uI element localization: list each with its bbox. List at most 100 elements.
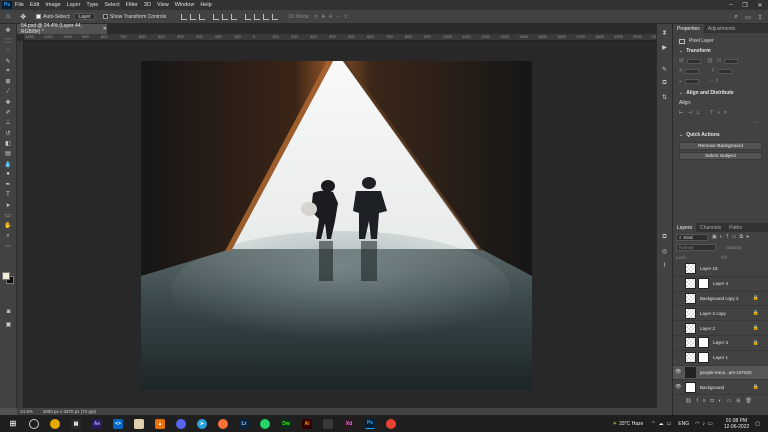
xd-icon[interactable]: Xd — [344, 418, 354, 429]
more-tools-icon[interactable]: ⋯ — [3, 243, 14, 251]
lasso-tool-icon[interactable]: ◌ — [3, 47, 14, 55]
channels-icon[interactable]: ◎ — [660, 246, 670, 256]
home-icon[interactable]: ⌂ — [6, 13, 10, 20]
layer-mask-thumbnail[interactable] — [698, 352, 709, 364]
adjustment-layer-icon[interactable]: ◐ — [718, 398, 726, 404]
network-icons[interactable]: ◠♪▭ — [695, 421, 716, 427]
tab-adjustments[interactable]: Adjustments — [704, 24, 740, 33]
clock[interactable]: 01:08 PM 12-06-2022 — [724, 418, 750, 430]
align-icons[interactable]: ⊢⊣⊥ ⊤⊦⊧ — [679, 110, 731, 116]
align-left-icon[interactable] — [181, 13, 188, 20]
search-icon[interactable]: ⌕ — [732, 13, 740, 21]
weather-text[interactable]: 33°C Haze — [619, 421, 643, 427]
3d-tools-icons[interactable]: ⟲✥✣⇔⇕ — [314, 14, 351, 20]
adjust-icon[interactable]: ⇅ — [660, 92, 670, 102]
distribute-icon[interactable] — [272, 13, 279, 20]
distribute-icon[interactable] — [263, 13, 270, 20]
layer-row[interactable]: Layer 3 🔒 — [673, 336, 768, 351]
color-swatches[interactable] — [2, 272, 14, 284]
tray-icons[interactable]: ⌃☁▭ — [651, 421, 674, 427]
layer-row[interactable]: Background copy 2 🔒 — [673, 292, 768, 307]
menu-image[interactable]: Image — [42, 2, 63, 8]
eraser-tool-icon[interactable]: ◧ — [3, 140, 14, 148]
align-center-icon[interactable] — [190, 13, 197, 20]
menu-layer[interactable]: Layer — [64, 2, 84, 8]
layer-row[interactable]: Layer 2 🔒 — [673, 321, 768, 336]
language-indicator[interactable]: ENG — [678, 421, 689, 427]
after-effects-icon[interactable]: Ae — [92, 418, 102, 429]
quick-actions-header[interactable]: ⌄ Quick Actions — [673, 130, 768, 140]
kind-filter-select[interactable]: ⌕ Kind — [676, 233, 708, 241]
select-subject-button[interactable]: Select Subject — [679, 152, 762, 160]
distribute-icon[interactable] — [254, 13, 261, 20]
tab-properties[interactable]: Properties — [673, 24, 704, 33]
gradient-tool-icon[interactable]: ▤ — [3, 150, 14, 158]
x-field[interactable] — [685, 68, 700, 74]
minimize-button[interactable]: – — [724, 0, 738, 10]
history-icon[interactable]: ⧗ — [660, 28, 670, 38]
frame-tool-icon[interactable]: ⊠ — [3, 78, 14, 86]
layers-icon[interactable]: ⧉ — [660, 232, 670, 242]
firefox-icon[interactable] — [218, 418, 228, 429]
share-icon[interactable]: ⇪ — [756, 13, 764, 21]
history-brush-tool-icon[interactable]: ↺ — [3, 129, 14, 137]
discord-icon[interactable] — [176, 418, 186, 429]
blur-tool-icon[interactable]: 💧 — [3, 160, 14, 168]
auto-select-checkbox[interactable]: Auto-Select: — [36, 14, 70, 20]
vlc-icon[interactable]: ▲ — [155, 418, 165, 429]
menu-3d[interactable]: 3D — [141, 2, 154, 8]
hand-tool-icon[interactable]: ✋ — [3, 222, 14, 230]
menu-select[interactable]: Select — [101, 2, 122, 8]
tab-channels[interactable]: Channels — [696, 223, 725, 232]
pen-tool-icon[interactable]: ✒ — [3, 181, 14, 189]
close-button[interactable]: ✕ — [753, 0, 767, 10]
screen-mode-icon[interactable]: ▣ — [3, 320, 14, 328]
tab-layers[interactable]: Layers — [673, 223, 697, 232]
layer-row[interactable]: 👁 Background 🔒 — [673, 380, 768, 396]
crop-tool-icon[interactable]: ⌗ — [3, 67, 14, 75]
windows-start-icon[interactable]: ⊞ — [8, 419, 18, 429]
transform-header[interactable]: ⌄ Transform — [673, 46, 768, 56]
fx-icon[interactable]: fx — [697, 398, 711, 404]
align-middle-icon[interactable] — [222, 13, 229, 20]
app-icon[interactable] — [50, 418, 60, 429]
zoom-tool-icon[interactable]: ⌕ — [3, 232, 14, 240]
auto-select-dropdown[interactable]: Layer — [74, 13, 95, 20]
menu-edit[interactable]: Edit — [27, 2, 42, 8]
menu-window[interactable]: Window — [172, 2, 198, 8]
paths-icon[interactable]: ⌇ — [660, 260, 670, 270]
path-select-tool-icon[interactable]: ➤ — [3, 201, 14, 209]
more-icon[interactable]: ⋯ — [754, 120, 762, 126]
menu-help[interactable]: Help — [197, 2, 214, 8]
document-canvas[interactable] — [141, 61, 532, 390]
app-icon[interactable] — [323, 418, 333, 429]
foreground-color-swatch[interactable] — [2, 272, 10, 280]
menu-type[interactable]: Type — [83, 2, 101, 8]
task-view-icon[interactable]: ▤ — [71, 418, 81, 429]
tab-paths[interactable]: Paths — [725, 223, 746, 232]
menu-file[interactable]: File — [12, 2, 27, 8]
align-right-icon[interactable] — [199, 13, 206, 20]
brush-tool-icon[interactable]: ✐ — [3, 109, 14, 117]
marquee-tool-icon[interactable]: ⬚ — [3, 37, 14, 45]
brush-settings-icon[interactable]: ✎ — [660, 64, 670, 74]
link-layers-icon[interactable]: ⛓ — [685, 398, 696, 404]
close-tab-icon[interactable]: ✕ — [103, 26, 107, 32]
move-tool-icon[interactable]: ✥ — [20, 13, 26, 21]
dreamweaver-icon[interactable]: Dw — [281, 418, 291, 429]
workspace-icon[interactable]: ▭ — [744, 13, 752, 21]
document-tab[interactable]: 54.psd @ 24.4% (Layer 44, RGB/8#) * ✕ — [17, 23, 107, 35]
layer-row[interactable]: Layer 4 — [673, 277, 768, 292]
whatsapp-icon[interactable] — [260, 418, 270, 429]
filter-icons[interactable]: ▣◐T▭⧉● — [712, 234, 752, 240]
align-bottom-icon[interactable] — [231, 13, 238, 20]
new-layer-icon[interactable]: ⊞ — [736, 398, 745, 404]
telegram-icon[interactable]: ➤ — [197, 418, 207, 429]
layer-row[interactable]: 👁 people-trans...am-107620 — [673, 365, 768, 381]
vscode-icon[interactable]: <> — [113, 418, 123, 429]
layer-mask-thumbnail[interactable] — [698, 337, 709, 349]
layer-row[interactable]: Layer 2 copy 🔒 — [673, 306, 768, 322]
new-group-icon[interactable]: ▭ — [727, 398, 737, 404]
menu-view[interactable]: View — [154, 2, 172, 8]
blend-mode-select[interactable]: Normal — [676, 243, 716, 251]
